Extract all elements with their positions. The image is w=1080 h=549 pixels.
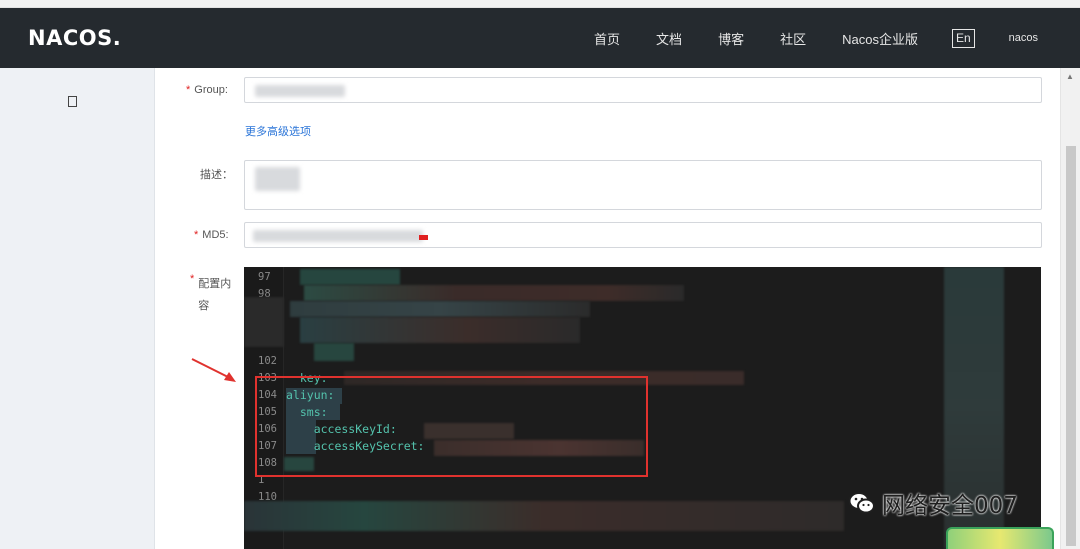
language-toggle-button[interactable]: En xyxy=(951,28,975,48)
redacted-block xyxy=(300,317,580,343)
description-textarea[interactable] xyxy=(244,160,1042,210)
redacted-block xyxy=(244,501,844,531)
line-number: 102 xyxy=(258,355,277,367)
advanced-options-link[interactable]: 更多高级选项 xyxy=(245,123,311,139)
redacted-block xyxy=(314,343,354,361)
top-navbar: NACOS. 首页 文档 博客 社区 Nacos企业版 En nacos xyxy=(0,8,1080,68)
nav-links: 首页 文档 博客 社区 Nacos企业版 En nacos xyxy=(558,8,1038,68)
sidebar xyxy=(0,68,155,549)
md5-label: * MD5: xyxy=(194,229,229,241)
watermark-text: 网络安全007 xyxy=(882,493,1018,519)
redacted-block xyxy=(290,301,590,317)
menu-placeholder-icon[interactable] xyxy=(68,96,77,107)
watermark: 网络安全007 xyxy=(848,486,1018,520)
annotation-arrow-icon xyxy=(191,358,236,382)
content-label: * 配置内容 xyxy=(190,273,232,312)
scroll-up-icon[interactable]: ▲ xyxy=(1066,72,1074,81)
line-number: 97 xyxy=(258,271,271,283)
nav-link-community[interactable]: 社区 xyxy=(780,29,806,48)
browser-top-strip xyxy=(0,0,1080,8)
wechat-icon xyxy=(848,492,875,514)
nav-link-home[interactable]: 首页 xyxy=(594,29,620,48)
corner-decorative-image xyxy=(946,527,1054,549)
nav-link-enterprise[interactable]: Nacos企业版 xyxy=(842,29,918,48)
page-scrollbar[interactable]: ▲ xyxy=(1060,68,1080,549)
description-label: 描述： xyxy=(200,169,233,181)
scrollbar-thumb[interactable] xyxy=(1066,146,1076,546)
redacted-block xyxy=(244,297,284,347)
md5-input[interactable] xyxy=(244,222,1042,248)
group-label: * Group: xyxy=(186,84,228,96)
nacos-logo[interactable]: NACOS. xyxy=(28,26,121,50)
user-menu[interactable]: nacos xyxy=(1009,32,1038,44)
group-input[interactable] xyxy=(244,77,1042,103)
highlight-annotation-box xyxy=(255,376,648,477)
redacted-block xyxy=(304,285,684,301)
redacted-block xyxy=(300,269,400,285)
nav-link-blog[interactable]: 博客 xyxy=(718,29,744,48)
nav-link-docs[interactable]: 文档 xyxy=(656,29,682,48)
